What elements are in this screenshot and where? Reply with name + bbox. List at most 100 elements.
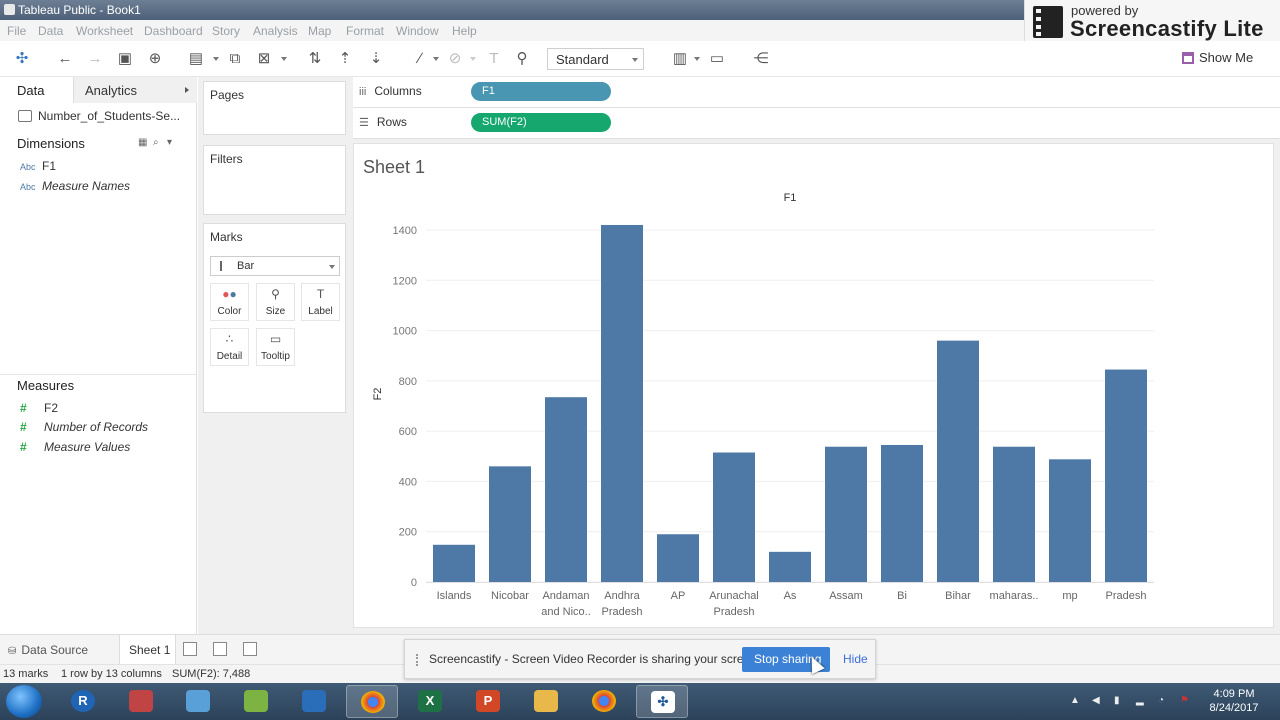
taskbar-paint[interactable] [115, 685, 167, 718]
new-datasource-icon[interactable]: ⊕ [145, 49, 165, 69]
chevron-down-icon[interactable] [694, 57, 700, 61]
sort-ascending-icon[interactable]: ⇡ [335, 49, 355, 69]
save-icon[interactable]: ▣ [115, 49, 135, 69]
x-tick-label-line: Pradesh [602, 606, 643, 618]
taskbar-powerpoint[interactable]: P [462, 685, 514, 718]
tooltip-icon: ▭ [269, 332, 282, 346]
label-button[interactable]: T Label [301, 283, 340, 321]
menu-story[interactable]: Story [212, 24, 240, 38]
menu-data[interactable]: Data [38, 24, 63, 38]
taskbar-clock[interactable]: 4:09 PM 8/24/2017 [1202, 687, 1266, 715]
field-number-of-records[interactable]: # Number of Records [20, 420, 148, 434]
cards-icon[interactable]: ▥ [670, 49, 690, 69]
filters-card[interactable]: Filters [203, 145, 346, 215]
taskbar-pen-tool[interactable] [288, 685, 340, 718]
highlight-icon[interactable]: ∕ [410, 49, 430, 69]
worksheet-view[interactable]: Sheet 1 0 200 400 600 800 1000 1200 1400 F1 F2 Isl… [353, 143, 1274, 628]
number-type-icon: # [20, 440, 27, 454]
field-measure-values[interactable]: # Measure Values [20, 440, 130, 454]
presentation-mode-icon[interactable]: ▭ [707, 49, 727, 69]
taskbar-r[interactable]: R [57, 685, 109, 718]
menu-format[interactable]: Format [346, 24, 384, 38]
share-icon[interactable]: ⋲ [751, 49, 771, 69]
columns-pill-label: F1 [482, 85, 495, 97]
search-icon[interactable]: ⌕ [153, 137, 159, 148]
group-members-icon[interactable]: ⊘ [445, 49, 465, 69]
taskbar-tableau[interactable]: ✣ [636, 685, 688, 718]
new-story-icon[interactable] [243, 642, 257, 656]
y-tick-label: 1000 [393, 326, 417, 338]
pages-card[interactable]: Pages [203, 81, 346, 135]
fit-select[interactable]: Standard [547, 48, 644, 70]
bar-chart[interactable]: 0 200 400 600 800 1000 1200 1400 F1 F2 Islands Nico… [354, 144, 1275, 629]
fix-axes-icon[interactable]: ⚲ [512, 49, 532, 69]
show-mark-labels-icon[interactable]: T [484, 49, 504, 69]
tab-data-source[interactable]: ⛁ Data Source [8, 643, 88, 657]
chevron-down-icon[interactable] [470, 57, 476, 61]
taskbar-excel[interactable]: X [404, 685, 456, 718]
volume-icon[interactable]: ◀ [1092, 695, 1104, 707]
dimension-tools[interactable]: ▦ ⌕ ▾ [138, 137, 172, 148]
chevron-down-icon[interactable] [213, 57, 219, 61]
detail-button[interactable]: ∴ Detail [210, 328, 249, 366]
tab-sheet-1[interactable]: Sheet 1 [119, 635, 176, 664]
taskbar-notepad[interactable] [172, 685, 224, 718]
network-icon[interactable]: ▂ [1136, 695, 1148, 707]
columns-pill[interactable]: F1 [471, 82, 611, 101]
chevron-down-icon[interactable] [433, 57, 439, 61]
r-icon: R [71, 690, 95, 712]
clear-sheet-icon[interactable]: ⊠ [254, 49, 274, 69]
menu-map[interactable]: Map [308, 24, 331, 38]
rows-shelf[interactable]: ☰ Rows SUM(F2) [353, 108, 1280, 139]
drag-handle-icon[interactable] [416, 654, 421, 666]
new-dashboard-icon[interactable] [213, 642, 227, 656]
duplicate-sheet-icon[interactable]: ⧉ [225, 49, 245, 69]
tray-arrow-icon[interactable]: ▲ [1070, 695, 1082, 707]
mark-type-select[interactable]: Bar [210, 256, 340, 276]
taskbar-chrome-2[interactable] [578, 685, 630, 718]
field-f2[interactable]: # F2 [20, 401, 58, 415]
menu-analysis[interactable]: Analysis [253, 24, 298, 38]
chevron-down-icon[interactable]: ▾ [167, 137, 172, 148]
datasource-item[interactable]: Number_of_Students-Se... [18, 109, 180, 123]
new-worksheet-icon[interactable]: ▤ [186, 49, 206, 69]
tab-data[interactable]: Data [17, 83, 44, 98]
size-button[interactable]: ⚲ Size [256, 283, 295, 321]
menu-file[interactable]: File [7, 24, 26, 38]
columns-shelf[interactable]: iii Columns F1 [353, 77, 1280, 108]
wifi-icon[interactable]: ◔ [1158, 695, 1170, 707]
tab-analytics[interactable]: Analytics [73, 77, 197, 103]
menu-dashboard[interactable]: Dashboard [144, 24, 203, 38]
taskbar-explorer[interactable] [520, 685, 572, 718]
field-measure-names[interactable]: Abc Measure Names [20, 179, 130, 193]
x-tick-label-line: Assam [829, 590, 863, 602]
flag-icon[interactable]: ⚑ [1180, 695, 1192, 707]
menu-help[interactable]: Help [452, 24, 477, 38]
x-tick-label: As [784, 590, 797, 602]
rows-pill[interactable]: SUM(F2) [471, 113, 611, 132]
hide-button[interactable]: Hide [843, 652, 868, 666]
number-type-icon: # [20, 420, 27, 434]
notepadpp-icon [244, 690, 268, 712]
sort-descending-icon[interactable]: ⇣ [366, 49, 386, 69]
redo-icon[interactable]: → [85, 49, 105, 69]
menu-worksheet[interactable]: Worksheet [76, 24, 133, 38]
swap-rows-columns-icon[interactable]: ⇅ [305, 49, 325, 69]
undo-icon[interactable]: ← [55, 49, 75, 69]
field-f1[interactable]: Abc F1 [20, 159, 56, 173]
menu-window[interactable]: Window [396, 24, 439, 38]
show-me-button[interactable]: Show Me [1182, 50, 1253, 65]
chevron-down-icon[interactable] [281, 57, 287, 61]
power-icon[interactable]: ▮ [1114, 695, 1126, 707]
taskbar-chrome[interactable] [346, 685, 398, 718]
marks-card: Marks Bar ●● Color ⚲ Size T Label ∴ Deta… [203, 223, 346, 413]
tableau-logo-icon[interactable]: ✣ [12, 49, 32, 69]
detail-label: Detail [216, 351, 243, 362]
view-list-icon[interactable]: ▦ [138, 137, 147, 148]
taskbar-notepadpp[interactable] [230, 685, 282, 718]
tooltip-button[interactable]: ▭ Tooltip [256, 328, 295, 366]
start-button[interactable] [6, 685, 42, 718]
notification-message: Screencastify - Screen Video Recorder is… [429, 652, 761, 666]
new-worksheet-icon[interactable] [183, 642, 197, 656]
color-button[interactable]: ●● Color [210, 283, 249, 321]
